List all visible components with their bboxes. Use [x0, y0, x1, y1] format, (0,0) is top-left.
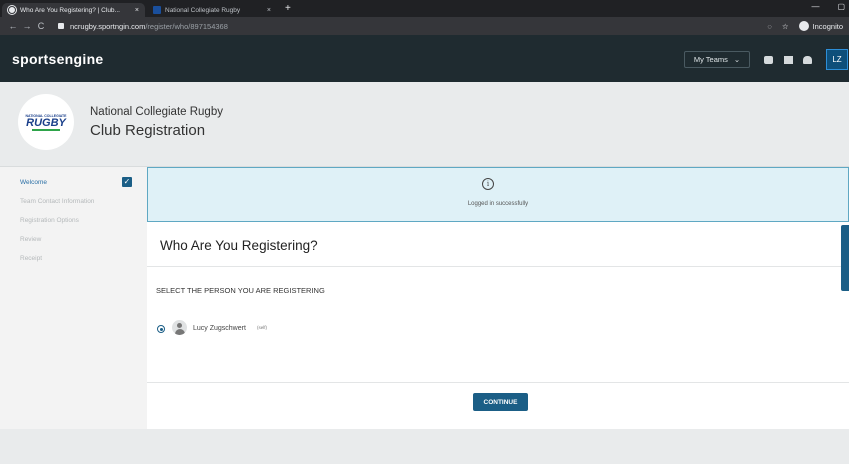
sportsengine-logo[interactable]: sportsengine [12, 51, 104, 67]
browser-tab-active[interactable]: Who Are You Registering? | Club... × [2, 3, 145, 17]
chat-icon[interactable] [764, 56, 773, 64]
person-self-tag: (self) [257, 325, 267, 330]
check-icon: ✓ [122, 177, 132, 187]
maximize-icon[interactable]: ▢ [837, 2, 845, 11]
sportsengine-header: sportsengine My Teams ⌄ LZ [0, 35, 849, 82]
toolbar-right: ◌ ☆ Incognito [767, 21, 843, 31]
feedback-side-tab[interactable] [841, 225, 849, 291]
my-teams-label: My Teams [693, 55, 728, 64]
person-avatar-icon [172, 320, 187, 335]
logo-big-text: RUGBY [26, 116, 66, 129]
bell-icon[interactable] [803, 56, 812, 64]
window-controls: — ▢ [811, 2, 845, 11]
person-radio[interactable] [157, 325, 165, 333]
section-title: Who Are You Registering? [160, 238, 318, 253]
registration-card: Who Are You Registering? SELECT THE PERS… [147, 222, 849, 429]
org-name: National Collegiate Rugby [90, 106, 223, 118]
person-head [177, 323, 182, 328]
info-icon: i [482, 178, 494, 190]
minimize-icon[interactable]: — [811, 2, 819, 11]
divider [147, 266, 849, 267]
mail-icon[interactable] [784, 56, 793, 64]
registration-steps: Welcome ✓ Team Contact Information Regis… [0, 167, 147, 429]
browser-toolbar: ← → C ncrugby.sportngin.com/register/who… [0, 17, 849, 35]
incognito-icon [798, 21, 809, 31]
success-alert: i Logged in successfully [147, 167, 849, 222]
url-path: /register/who/897154368 [145, 21, 228, 31]
step-review: Review [20, 236, 42, 243]
url-host: ncrugby.sportngin.com [70, 21, 146, 31]
org-header: NATIONAL COLLEGIATE RUGBY National Colle… [0, 82, 849, 167]
divider [147, 382, 849, 383]
eye-off-icon[interactable]: ◌ [767, 22, 771, 31]
continue-button[interactable]: CONTINUE [473, 393, 528, 411]
address-bar[interactable]: ncrugby.sportngin.com/register/who/89715… [70, 22, 228, 31]
step-registration-options: Registration Options [20, 217, 79, 224]
incognito-indicator[interactable]: Incognito [798, 21, 843, 31]
back-icon[interactable]: ← [6, 21, 20, 31]
step-receipt: Receipt [20, 255, 43, 262]
person-name[interactable]: Lucy Zugschwert [193, 325, 246, 332]
forward-icon[interactable]: → [20, 21, 34, 31]
alert-message: Logged in successfully [467, 201, 529, 207]
site-favicon-icon [153, 6, 161, 14]
star-icon[interactable]: ☆ [782, 22, 789, 31]
chevron-down-icon: ⌄ [733, 55, 741, 64]
globe-icon [8, 6, 16, 14]
browser-tab[interactable]: National Collegiate Rugby × [147, 3, 277, 17]
tab-title: National Collegiate Rugby [165, 6, 241, 14]
step-team-contact: Team Contact Information [20, 198, 95, 205]
new-tab-button[interactable]: + [285, 3, 291, 15]
step-welcome[interactable]: Welcome [20, 179, 47, 186]
incognito-label: Incognito [812, 21, 843, 31]
lock-icon[interactable] [58, 23, 64, 29]
my-teams-dropdown[interactable]: My Teams ⌄ [684, 51, 750, 68]
browser-tab-strip: Who Are You Registering? | Club... × Nat… [0, 0, 849, 17]
person-body [174, 329, 185, 335]
page-title: Club Registration [90, 122, 206, 139]
select-heading: SELECT THE PERSON YOU ARE REGISTERING [156, 286, 325, 295]
logo-swoosh [32, 128, 60, 131]
close-tab-icon[interactable]: × [267, 7, 271, 14]
tab-title: Who Are You Registering? | Club... [20, 6, 120, 14]
org-logo: NATIONAL COLLEGIATE RUGBY [18, 94, 74, 150]
page-footer [0, 429, 849, 464]
avatar[interactable]: LZ [826, 49, 848, 70]
close-tab-icon[interactable]: × [135, 7, 139, 14]
reload-icon[interactable]: C [34, 21, 48, 31]
